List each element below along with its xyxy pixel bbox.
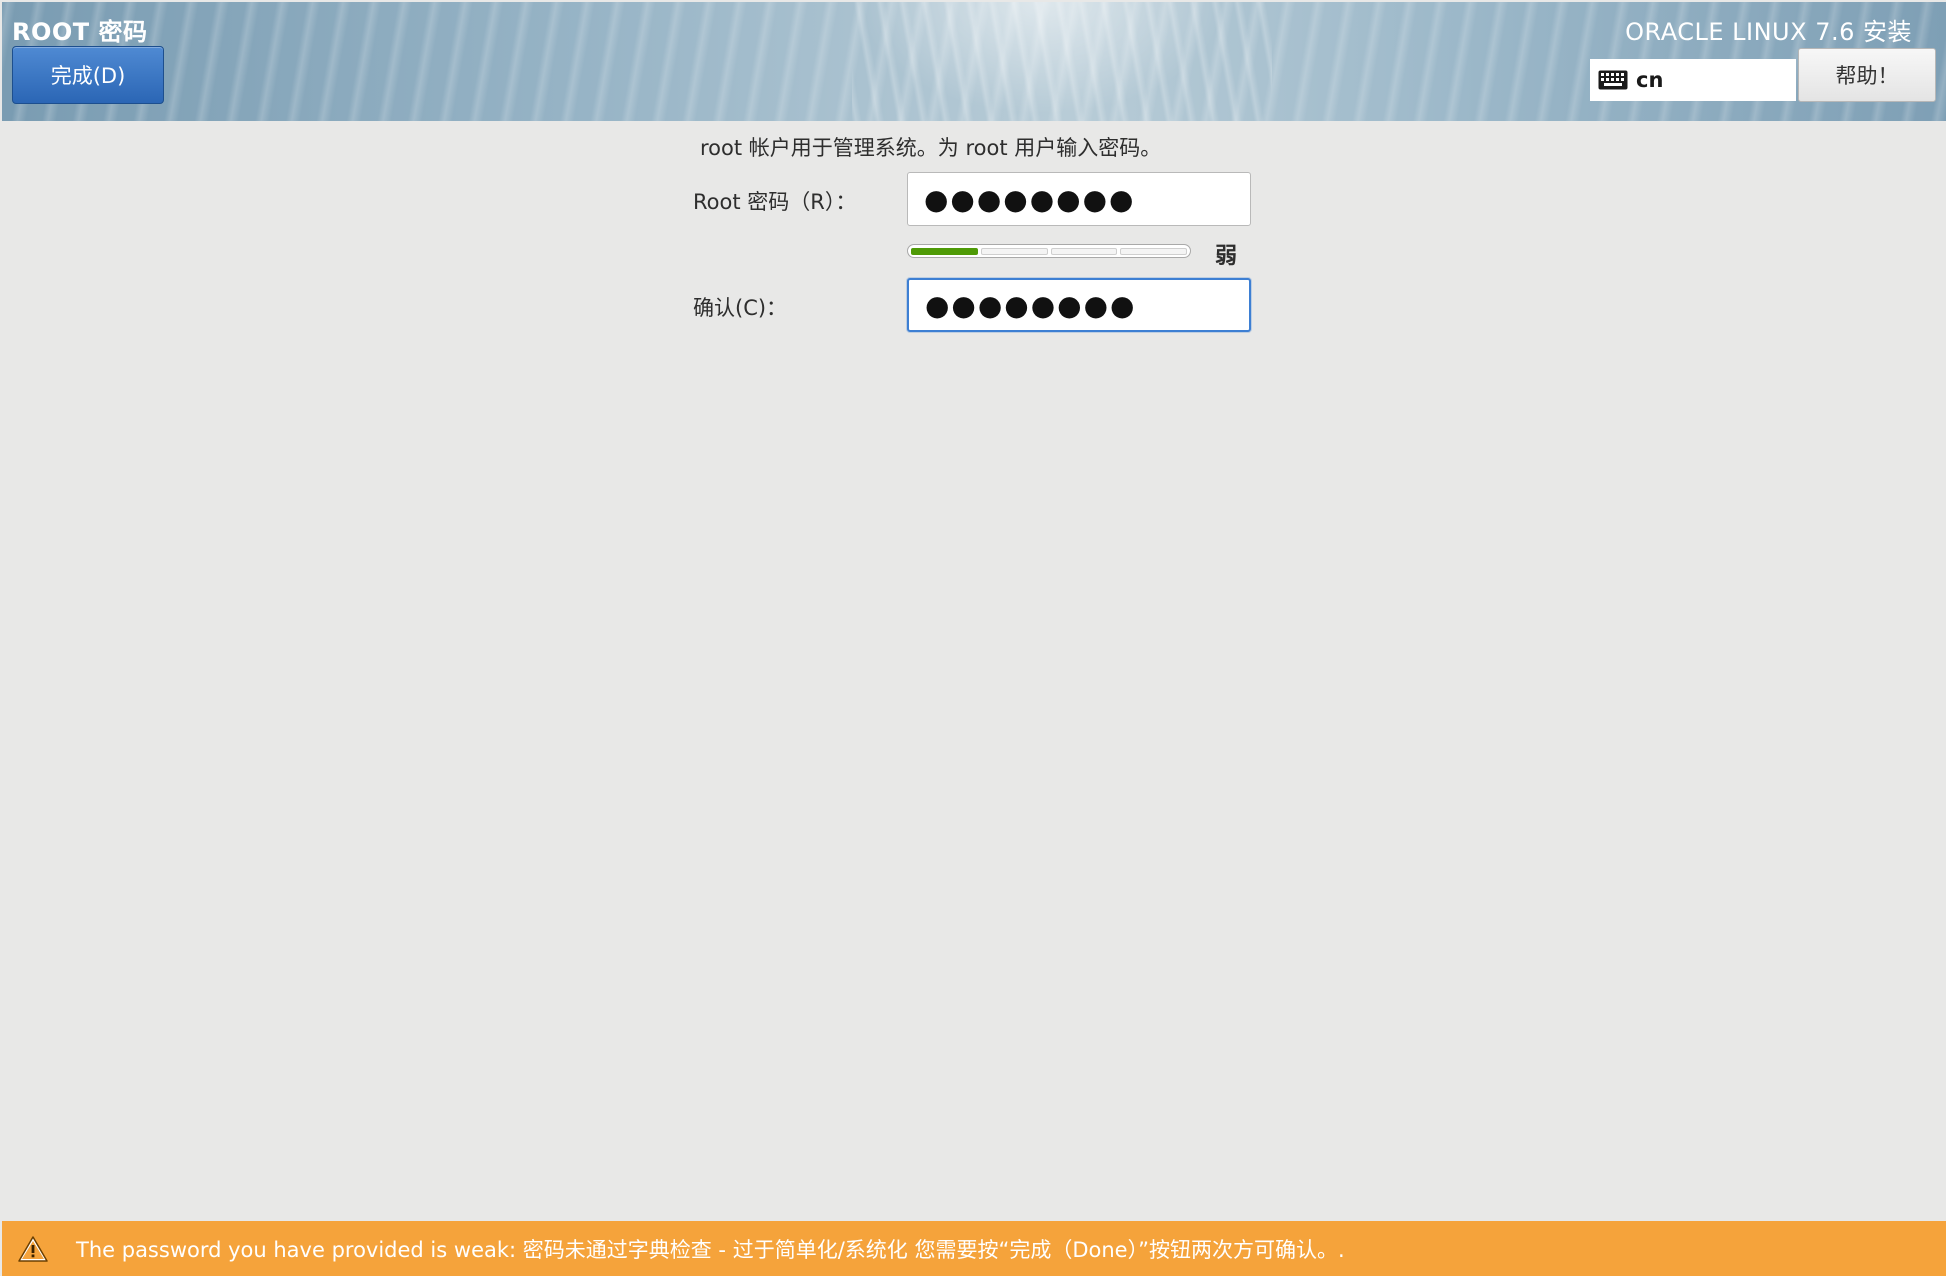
strength-segment xyxy=(911,247,978,255)
warning-message: The password you have provided is weak: … xyxy=(76,1237,1345,1262)
keyboard-layout-indicator[interactable]: cn xyxy=(1590,59,1796,101)
password-strength-bar xyxy=(907,244,1191,258)
root-password-field[interactable]: ●●●●●●●● xyxy=(907,172,1251,226)
keyboard-layout-label: cn xyxy=(1636,68,1664,92)
strength-segment xyxy=(1050,247,1118,255)
confirm-password-label: 确认(C)： xyxy=(693,296,788,320)
warning-bar[interactable]: The password you have provided is weak: … xyxy=(2,1221,1946,1276)
password-strength-label: 弱 xyxy=(1215,244,1238,269)
help-button[interactable]: 帮助！ xyxy=(1798,48,1936,102)
keyboard-icon xyxy=(1598,70,1628,90)
done-button[interactable]: 完成(D) xyxy=(12,46,164,104)
intro-text: root 帐户用于管理系统。为 root 用户输入密码。 xyxy=(700,136,1162,160)
root-password-screen: ROOT 密码 完成(D) ORACLE LINUX 7.6 安装 cn 帮助！… xyxy=(0,0,1946,1276)
root-password-label: Root 密码（R）： xyxy=(693,190,857,214)
page-title: ROOT 密码 xyxy=(12,18,148,46)
strength-segment xyxy=(980,247,1048,255)
warning-icon xyxy=(18,1235,48,1262)
strength-segment xyxy=(1120,247,1187,255)
product-title: ORACLE LINUX 7.6 安装 xyxy=(1625,18,1912,46)
header-bar: ROOT 密码 完成(D) ORACLE LINUX 7.6 安装 cn 帮助！ xyxy=(2,2,1946,121)
confirm-password-field[interactable]: ●●●●●●●● xyxy=(907,278,1251,332)
